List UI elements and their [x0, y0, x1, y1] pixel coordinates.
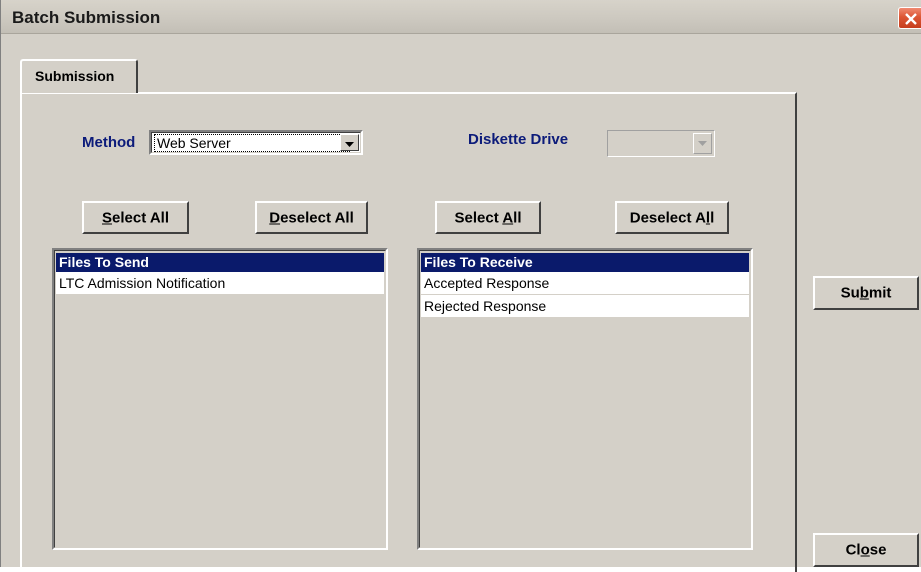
- title-bar[interactable]: Batch Submission: [1, 0, 921, 34]
- window-title: Batch Submission: [12, 8, 161, 27]
- window-close-button[interactable]: [898, 7, 921, 29]
- tab-submission-label: Submission: [35, 68, 115, 84]
- submit-button-label: Submit: [840, 284, 892, 302]
- submit-button[interactable]: Submit: [813, 276, 919, 310]
- close-icon: [905, 13, 917, 25]
- close-button-label: Close: [845, 541, 887, 559]
- batch-submission-window: Batch Submission Submission Method Web S…: [0, 0, 921, 572]
- close-button[interactable]: Close: [813, 533, 919, 567]
- tab-panel-submission: [20, 92, 797, 572]
- tab-submission[interactable]: Submission: [20, 59, 138, 93]
